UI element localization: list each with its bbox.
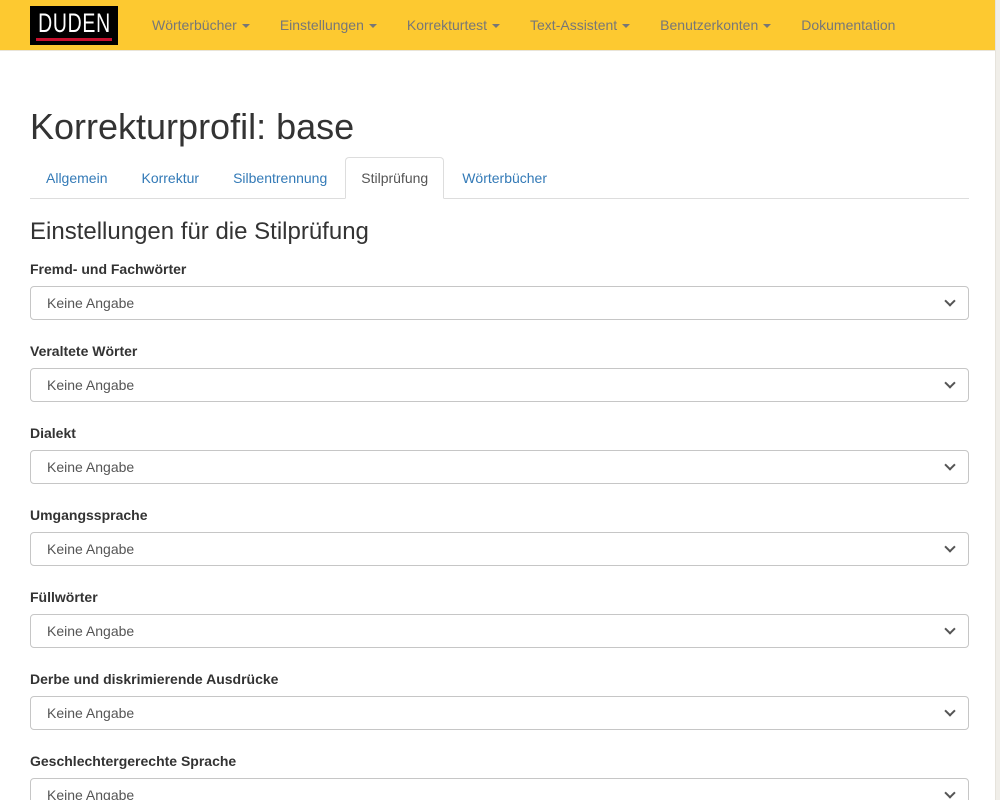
form-group-derbe-ausdruecke: Derbe und diskrimierende Ausdrücke Keine…	[30, 669, 969, 730]
section-title: Einstellungen für die Stilprüfung	[30, 219, 969, 245]
tab-item: Stilprüfung	[345, 157, 444, 199]
label-umgangssprache: Umgangssprache	[30, 505, 147, 525]
profile-tabs: Allgemein Korrektur Silbentrennung Stilp…	[30, 157, 969, 199]
tab-korrektur[interactable]: Korrektur	[125, 157, 215, 199]
caret-down-icon	[763, 24, 771, 28]
select-geschlechtergerechte-sprache[interactable]: Keine Angabe	[30, 778, 969, 800]
duden-logo[interactable]: DUDEN	[30, 6, 118, 45]
duden-logo-underline	[36, 38, 112, 41]
navbar: DUDEN Wörterbücher Einstellungen Korrekt…	[0, 0, 995, 51]
form-group-veraltete-woerter: Veraltete Wörter Keine Angabe	[30, 341, 969, 402]
select-wrapper: Keine Angabe	[30, 450, 969, 484]
select-wrapper: Keine Angabe	[30, 696, 969, 730]
select-dialekt[interactable]: Keine Angabe	[30, 450, 969, 484]
form-group-umgangssprache: Umgangssprache Keine Angabe	[30, 505, 969, 566]
caret-down-icon	[242, 24, 250, 28]
nav-item-label: Korrekturtest	[407, 17, 487, 33]
navbar-menu: Wörterbücher Einstellungen Korrekturtest…	[137, 0, 910, 50]
tab-item: Korrektur	[125, 157, 215, 199]
scrollbar[interactable]	[995, 0, 1000, 800]
nav-item-label: Text-Assistent	[530, 17, 617, 33]
nav-item-einstellungen[interactable]: Einstellungen	[265, 0, 392, 50]
nav-item-dokumentation[interactable]: Dokumentation	[786, 0, 910, 50]
tab-stilpruefung[interactable]: Stilprüfung	[345, 157, 444, 199]
select-fremd-und-fachwoerter[interactable]: Keine Angabe	[30, 286, 969, 320]
form-group-geschlechtergerechte-sprache: Geschlechtergerechte Sprache Keine Angab…	[30, 751, 969, 800]
select-derbe-ausdruecke[interactable]: Keine Angabe	[30, 696, 969, 730]
nav-item-benutzerkonten[interactable]: Benutzerkonten	[645, 0, 786, 50]
caret-down-icon	[622, 24, 630, 28]
caret-down-icon	[492, 24, 500, 28]
duden-logo-text: DUDEN	[38, 10, 111, 37]
select-wrapper: Keine Angabe	[30, 532, 969, 566]
select-wrapper: Keine Angabe	[30, 368, 969, 402]
tab-woerterbuecher[interactable]: Wörterbücher	[446, 157, 563, 199]
select-umgangssprache[interactable]: Keine Angabe	[30, 532, 969, 566]
tab-silbentrennung[interactable]: Silbentrennung	[217, 157, 343, 199]
nav-item-woerterbuecher[interactable]: Wörterbücher	[137, 0, 265, 50]
form-group-fremd-und-fachwoerter: Fremd- und Fachwörter Keine Angabe	[30, 259, 969, 320]
tab-item: Allgemein	[30, 157, 123, 199]
tab-item: Wörterbücher	[446, 157, 563, 199]
select-fuellwoerter[interactable]: Keine Angabe	[30, 614, 969, 648]
label-fremd-und-fachwoerter: Fremd- und Fachwörter	[30, 259, 186, 279]
nav-item-label: Dokumentation	[801, 17, 895, 33]
tab-item: Silbentrennung	[217, 157, 343, 199]
label-fuellwoerter: Füllwörter	[30, 587, 98, 607]
nav-item-korrekturtest[interactable]: Korrekturtest	[392, 0, 515, 50]
nav-item-label: Einstellungen	[280, 17, 364, 33]
main-content: Korrekturprofil: base Allgemein Korrektu…	[0, 107, 995, 800]
label-dialekt: Dialekt	[30, 423, 76, 443]
form-group-dialekt: Dialekt Keine Angabe	[30, 423, 969, 484]
page-title: Korrekturprofil: base	[30, 107, 969, 147]
nav-item-label: Benutzerkonten	[660, 17, 758, 33]
caret-down-icon	[369, 24, 377, 28]
select-wrapper: Keine Angabe	[30, 286, 969, 320]
label-derbe-ausdruecke: Derbe und diskrimierende Ausdrücke	[30, 669, 278, 689]
label-geschlechtergerechte-sprache: Geschlechtergerechte Sprache	[30, 751, 236, 771]
label-veraltete-woerter: Veraltete Wörter	[30, 341, 137, 361]
select-veraltete-woerter[interactable]: Keine Angabe	[30, 368, 969, 402]
nav-item-label: Wörterbücher	[152, 17, 237, 33]
nav-item-text-assistent[interactable]: Text-Assistent	[515, 0, 645, 50]
tab-allgemein[interactable]: Allgemein	[30, 157, 123, 199]
select-wrapper: Keine Angabe	[30, 778, 969, 800]
form-group-fuellwoerter: Füllwörter Keine Angabe	[30, 587, 969, 648]
select-wrapper: Keine Angabe	[30, 614, 969, 648]
